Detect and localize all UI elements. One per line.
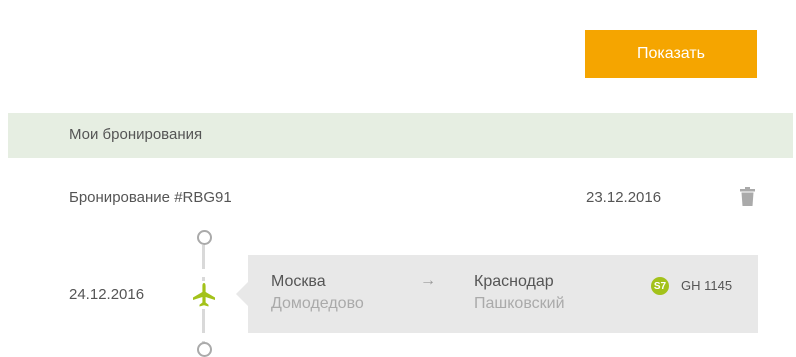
arrival-city: Краснодар [474,273,554,290]
departure-airport: Домодедово [271,295,364,312]
arrival-airport: Пашковский [474,295,565,312]
trash-icon[interactable] [740,187,755,207]
flight-date: 24.12.2016 [69,286,145,303]
show-button[interactable]: Показать [585,30,757,78]
bookings-header: Мои бронирования [8,113,793,158]
flight-card[interactable]: Москва Домодедово → Краснодар Пашковский… [236,255,758,333]
timeline-end-circle-icon [197,342,212,357]
timeline-start-circle-icon [197,230,212,245]
bookings-title: Мои бронирования [69,126,203,143]
booking-date: 23.12.2016 [586,189,662,206]
departure-city: Москва [271,273,326,290]
plane-icon [190,281,218,309]
booking-number: Бронирование #RBG91 [69,189,232,206]
airline-logo-icon: S7 [651,277,669,295]
flight-number: GH 1145 [681,278,733,293]
route-arrow-icon: → [420,272,436,289]
